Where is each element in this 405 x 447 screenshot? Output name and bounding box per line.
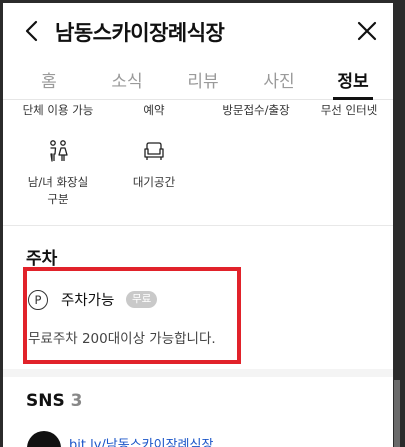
facility-group-use: 단체 이용 가능	[22, 103, 94, 117]
facility-restroom-line2: 구분	[47, 192, 69, 206]
section-divider	[3, 225, 393, 226]
scrollbar[interactable]	[394, 380, 400, 447]
tab-photos[interactable]: 사진	[263, 67, 294, 92]
facility-restroom-line1: 남/녀 화장실	[27, 175, 89, 189]
tab-home[interactable]: 홈	[41, 67, 57, 92]
tab-info[interactable]: 정보	[337, 67, 368, 92]
sns-title-label: SNS	[26, 391, 65, 411]
chevron-left-icon[interactable]	[21, 19, 45, 43]
sns-blog-icon	[27, 431, 61, 447]
restroom-icon	[50, 140, 68, 162]
tab-reviews[interactable]: 리뷰	[187, 67, 218, 92]
sofa-icon	[144, 142, 164, 160]
tab-bar: 홈 소식 리뷰 사진 정보	[3, 59, 393, 100]
active-tab-indicator	[333, 97, 373, 100]
highlight-box	[23, 267, 241, 364]
sns-link[interactable]: bit.ly/남동스카이장례식장	[69, 434, 213, 447]
close-icon[interactable]	[355, 19, 379, 43]
place-info-panel: 남동스카이장례식장 홈 소식 리뷰 사진 정보 단체 이용 가능 예약 방문접수…	[3, 3, 393, 447]
tab-news[interactable]: 소식	[111, 67, 142, 92]
facility-wifi: 무선 인터넷	[320, 103, 378, 117]
facility-restroom-label: 남/녀 화장실 구분	[28, 174, 88, 208]
parking-section-title: 주차	[26, 249, 58, 269]
page-title: 남동스카이장례식장	[55, 21, 225, 45]
facility-reservation: 예약	[143, 103, 165, 117]
header: 남동스카이장례식장	[3, 3, 393, 59]
facility-waiting-area-label: 대기공간	[132, 175, 176, 189]
facility-visit-service: 방문접수/출장	[222, 103, 290, 117]
sns-count: 3	[70, 391, 83, 411]
section-divider	[3, 369, 393, 377]
sns-section-title: SNS 3	[26, 391, 82, 411]
